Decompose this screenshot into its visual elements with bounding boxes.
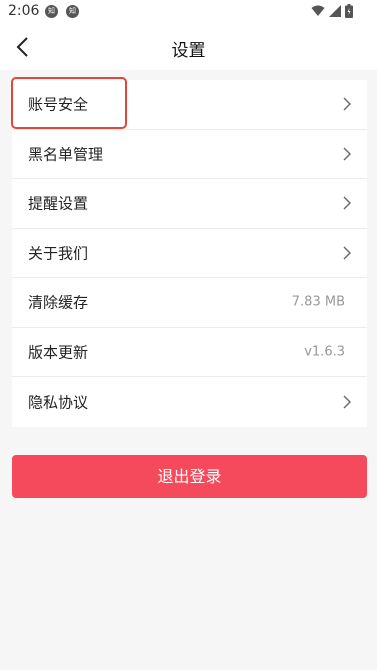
row-label: 隐私协议 <box>28 393 89 412</box>
version-value: v1.6.3 <box>304 344 345 360</box>
logout-button[interactable]: 退出登录 <box>12 455 367 498</box>
row-label: 清除缓存 <box>28 293 89 312</box>
battery-icon <box>345 4 353 18</box>
chevron-right-icon <box>343 196 351 210</box>
settings-row-blacklist[interactable]: 黑名单管理 <box>12 130 367 179</box>
page-title: 设置 <box>171 41 206 61</box>
status-indicators <box>311 4 353 18</box>
wifi-icon <box>311 5 325 16</box>
row-label: 版本更新 <box>28 343 89 362</box>
cache-size-value: 7.83 MB <box>291 294 345 310</box>
status-bar: 2:06 知 知 <box>0 0 377 24</box>
status-time: 2:06 <box>8 3 40 19</box>
chevron-right-icon <box>343 246 351 260</box>
notification-icon: 知 <box>66 5 79 18</box>
chevron-right-icon <box>343 395 351 409</box>
settings-row-account-security[interactable]: 账号安全 <box>12 80 367 130</box>
chevron-right-icon <box>343 147 351 161</box>
settings-list: 账号安全 黑名单管理 提醒设置 关于我们 清除缓存 7.83 MB 版本更新 v… <box>12 80 367 427</box>
row-label: 关于我们 <box>28 244 89 263</box>
settings-row-reminder[interactable]: 提醒设置 <box>12 179 367 229</box>
row-label: 账号安全 <box>28 95 89 114</box>
row-label: 黑名单管理 <box>28 145 104 164</box>
settings-row-about-us[interactable]: 关于我们 <box>12 229 367 278</box>
chevron-right-icon <box>343 97 351 111</box>
row-label: 提醒设置 <box>28 194 89 213</box>
notification-icon: 知 <box>45 5 58 18</box>
settings-row-clear-cache[interactable]: 清除缓存 7.83 MB <box>12 278 367 328</box>
settings-row-version-update[interactable]: 版本更新 v1.6.3 <box>12 328 367 377</box>
settings-row-privacy-policy[interactable]: 隐私协议 <box>12 377 367 427</box>
nav-bar: 设置 <box>0 24 377 70</box>
signal-icon <box>329 5 341 17</box>
